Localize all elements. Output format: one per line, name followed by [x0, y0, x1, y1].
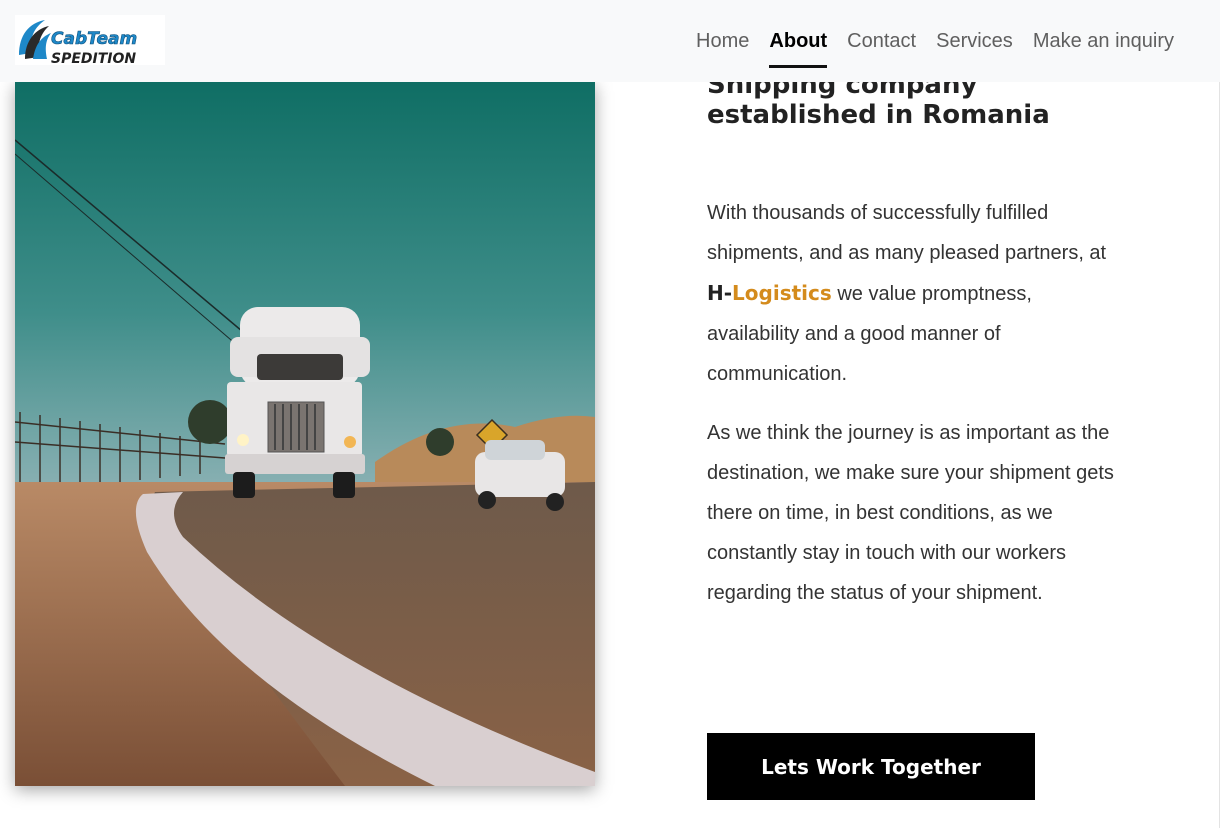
hero-truck-image [15, 82, 595, 786]
nav-home[interactable]: Home [686, 0, 759, 82]
svg-text:CabTeam: CabTeam [51, 29, 137, 49]
about-paragraph-1: With thousands of successfully fulfilled… [707, 193, 1127, 394]
nav-make-inquiry[interactable]: Make an inquiry [1023, 0, 1184, 82]
nav-about[interactable]: About [759, 0, 837, 82]
svg-text:SPEDITION: SPEDITION [51, 51, 136, 65]
brand-logo[interactable]: CabTeam SPEDITION [15, 15, 165, 65]
nav-services[interactable]: Services [926, 0, 1023, 82]
brand-name-accent: Logistics [732, 281, 832, 305]
nav-contact[interactable]: Contact [837, 0, 926, 82]
main-nav: Home About Contact Services Make an inqu… [686, 0, 1184, 82]
brand-name-prefix: H- [707, 281, 733, 305]
about-paragraph-2: As we think the journey is as important … [707, 422, 1114, 604]
paragraph-1-text-start: With thousands of successfully fulfilled… [707, 202, 1107, 264]
lets-work-together-button[interactable]: Lets Work Together [707, 733, 1035, 800]
top-navbar: CabTeam SPEDITION Home About Contact Ser… [0, 0, 1220, 82]
